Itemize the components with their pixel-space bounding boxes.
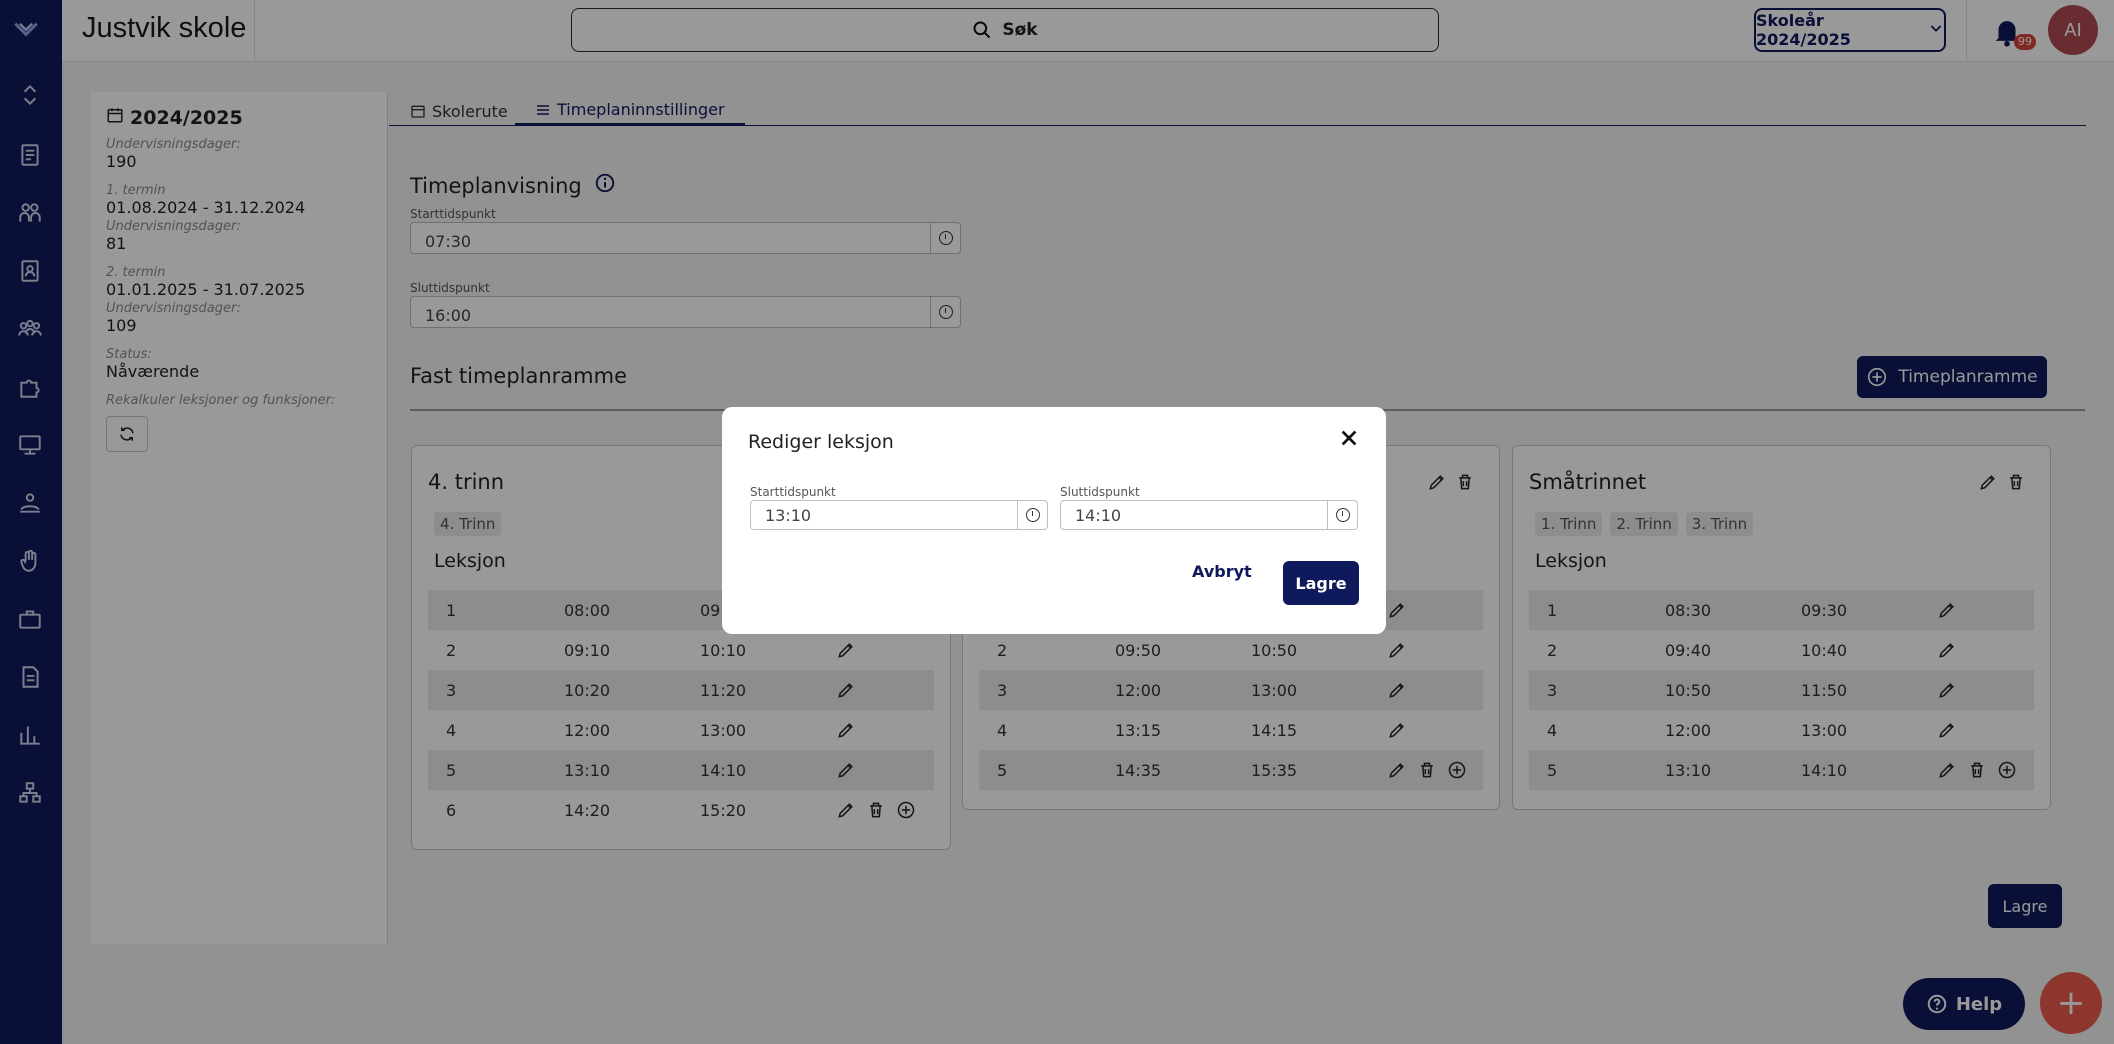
clock-icon (1335, 508, 1350, 522)
cancel-button[interactable]: Avbryt (1192, 562, 1252, 581)
dialog-start-field[interactable]: 13:10 (750, 500, 1048, 530)
edit-lesson-dialog: Rediger leksjon Starttidspunkt 13:10 Slu… (722, 407, 1386, 634)
dialog-start-label: Starttidspunkt (750, 485, 836, 499)
dialog-end-field[interactable]: 14:10 (1060, 500, 1358, 530)
clock-icon (1025, 508, 1040, 522)
clock-button[interactable] (1327, 501, 1357, 529)
dialog-start-value: 13:10 (765, 505, 812, 525)
close-icon[interactable] (1338, 427, 1360, 449)
dialog-save-button[interactable]: Lagre (1283, 561, 1359, 605)
dialog-end-label: Sluttidspunkt (1060, 485, 1140, 499)
dialog-end-value: 14:10 (1075, 505, 1122, 525)
clock-button[interactable] (1017, 501, 1047, 529)
dialog-title: Rediger leksjon (748, 431, 894, 453)
